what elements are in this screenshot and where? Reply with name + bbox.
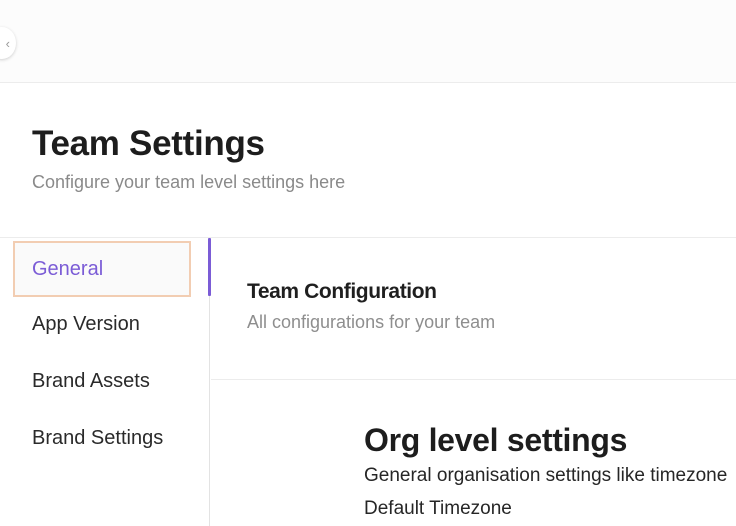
top-bar: ‹ [0,0,736,83]
page-subtitle: Configure your team level settings here [32,172,346,192]
sidebar-item-general[interactable]: General [13,241,191,297]
default-timezone-label: Default Timezone [364,498,512,519]
page-header: Team Settings Configure your team level … [32,122,345,193]
sidebar-collapse-button[interactable]: ‹ [0,27,16,59]
sidebar-item-label: General [32,257,104,280]
sidebar-item-brand-settings[interactable]: Brand Settings [13,410,191,466]
section-header: Team Configuration All configurations fo… [247,278,495,333]
sidebar-item-brand-assets[interactable]: Brand Assets [13,353,191,409]
page-title: Team Settings [32,124,265,163]
section-title: Team Configuration [247,280,437,303]
settings-content: Team Configuration All configurations fo… [211,238,736,526]
sidebar-item-label: Brand Settings [32,426,164,449]
section-divider [211,379,736,380]
chevron-left-icon: ‹ [5,35,10,51]
org-settings-description: General organisation settings like timez… [364,465,728,486]
org-settings-title: Org level settings [364,422,628,458]
section-subtitle: All configurations for your team [247,312,496,332]
org-settings-block: Org level settings General organisation … [364,420,736,521]
sidebar-item-label: App Version [32,312,140,335]
sidebar-item-app-version[interactable]: App Version [13,296,191,352]
sidebar-item-label: Brand Assets [32,369,150,392]
settings-sidebar: General App Version Brand Assets Brand S… [0,238,211,526]
